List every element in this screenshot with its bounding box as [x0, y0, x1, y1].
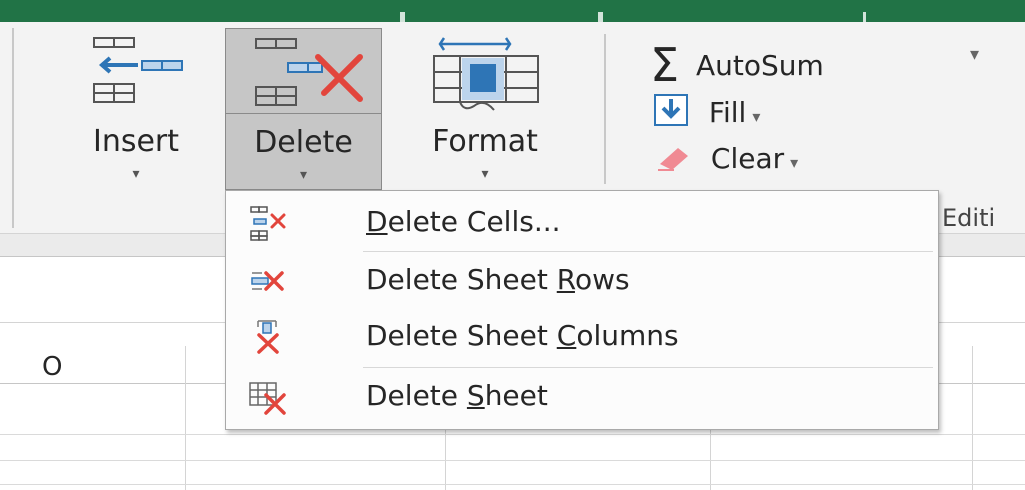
format-button[interactable]: Format ▾	[400, 28, 570, 188]
delete-button[interactable]: Delete ▾	[225, 28, 382, 190]
column-divider	[185, 346, 186, 490]
menu-separator	[363, 251, 933, 252]
menu-label-suffix: olumns	[576, 319, 679, 352]
delete-columns-icon	[257, 320, 279, 354]
menu-label-access-key: C	[556, 319, 577, 352]
menu-label-suffix: elete Cells...	[387, 205, 561, 238]
menu-item-delete-sheet-columns[interactable]: Delete Sheet Columns	[226, 309, 938, 365]
insert-button[interactable]: Insert ▾	[72, 28, 200, 188]
split-divider	[226, 113, 381, 114]
menu-label-suffix: heet	[484, 379, 548, 412]
fill-label: Fill	[708, 96, 747, 129]
ribbon-left-edge	[12, 28, 14, 228]
clear-label: Clear	[710, 142, 785, 175]
delete-dropdown-icon[interactable]: ▾	[226, 167, 381, 183]
clear-button[interactable]: Clear ▾	[656, 142, 798, 175]
menu-label-suffix: ows	[574, 263, 630, 296]
menu-label-prefix: Delete	[366, 379, 467, 412]
clear-dropdown-icon[interactable]: ▾	[790, 153, 798, 172]
menu-item-delete-cells[interactable]: Delete Cells...	[226, 195, 938, 251]
menu-item-delete-sheet-rows[interactable]: Delete Sheet Rows	[226, 253, 938, 309]
format-dropdown-icon[interactable]: ▾	[400, 166, 570, 182]
menu-separator	[363, 367, 933, 368]
title-bar-marks	[400, 12, 866, 22]
column-divider	[972, 346, 973, 490]
menu-item-delete-sheet[interactable]: Delete Sheet	[226, 369, 938, 425]
menu-label-prefix: Delete Sheet	[366, 319, 557, 352]
menu-label-access-key: D	[366, 205, 388, 238]
row-divider	[0, 434, 1025, 435]
autosum-dropdown-icon[interactable]: ▾	[970, 44, 979, 65]
fill-button[interactable]: Fill ▾	[654, 94, 760, 129]
row-divider	[0, 484, 1025, 485]
delete-sheet-icon	[249, 382, 286, 415]
sigma-icon: Σ	[650, 38, 680, 92]
insert-button-label: Insert	[92, 124, 180, 159]
fill-dropdown-icon[interactable]: ▾	[752, 107, 760, 126]
delete-button-label: Delete	[254, 125, 353, 160]
column-header-o[interactable]: O	[42, 352, 62, 382]
delete-dropdown-menu: Delete Cells... Delete Sheet Rows Delete…	[225, 190, 939, 430]
delete-rows-icon	[251, 271, 284, 291]
format-cells-icon	[433, 37, 539, 111]
insert-cells-icon	[93, 37, 183, 103]
menu-label-access-key: R	[556, 263, 575, 296]
menu-label-prefix: Delete Sheet	[366, 263, 557, 296]
fill-down-arrow-icon	[654, 94, 688, 126]
format-button-label: Format	[432, 124, 538, 159]
delete-cells-icon	[255, 38, 363, 106]
editing-group-label: Editi	[942, 204, 996, 232]
autosum-label: AutoSum	[695, 49, 824, 82]
row-divider	[0, 460, 1025, 461]
autosum-button[interactable]: Σ AutoSum	[650, 38, 824, 92]
eraser-icon	[658, 148, 688, 171]
delete-cells-icon	[250, 206, 286, 241]
menu-label-access-key: S	[466, 379, 485, 412]
insert-dropdown-icon[interactable]: ▾	[72, 166, 200, 182]
ribbon-group-separator	[604, 34, 606, 184]
